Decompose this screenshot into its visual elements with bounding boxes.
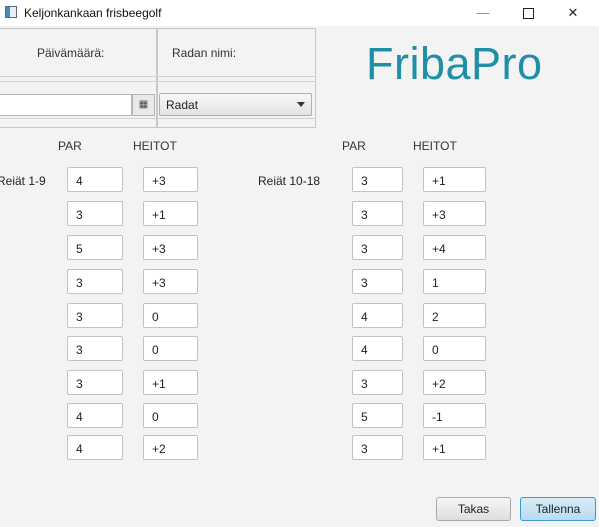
par-field[interactable]: 3 <box>352 235 403 260</box>
par-field[interactable]: 3 <box>67 269 123 294</box>
maximize-icon <box>522 8 534 20</box>
par-field[interactable]: 3 <box>352 167 403 192</box>
calendar-icon: ▦ <box>138 99 149 110</box>
course-select-value: Radat <box>166 98 199 112</box>
throws-field[interactable]: +3 <box>143 235 198 260</box>
app-logo: FribaPro <box>366 38 543 89</box>
par-field[interactable]: 3 <box>67 336 123 361</box>
par-field[interactable]: 5 <box>67 235 123 260</box>
calendar-button[interactable]: ▦ <box>132 94 155 116</box>
throws-field[interactable]: 0 <box>143 403 198 428</box>
throws-field[interactable]: 0 <box>423 336 486 361</box>
par-field[interactable]: 3 <box>352 269 403 294</box>
title-bar: Keljonkankaan frisbeegolf — ✕ <box>0 0 599 26</box>
app-icon <box>5 6 17 18</box>
close-button[interactable]: ✕ <box>550 0 596 26</box>
minimize-button[interactable]: — <box>460 0 506 26</box>
par-field[interactable]: 3 <box>352 370 403 395</box>
holes-1-9-label: Reiät 1-9 <box>0 174 46 188</box>
holes-10-18-label: Reiät 10-18 <box>258 174 321 188</box>
throws-field[interactable]: +2 <box>143 435 198 460</box>
course-label: Radan nimi: <box>172 46 237 60</box>
grid-line <box>0 118 316 119</box>
main-content: Päivämäärä: Radan nimi: ▦ Radat FribaPro… <box>0 26 599 527</box>
par-field[interactable]: 4 <box>67 435 123 460</box>
par-field[interactable]: 4 <box>352 336 403 361</box>
par-field[interactable]: 3 <box>67 303 123 328</box>
throws-field[interactable]: 2 <box>423 303 486 328</box>
window-title: Keljonkankaan frisbeegolf <box>24 6 162 20</box>
throws-field[interactable]: +3 <box>143 167 198 192</box>
par-field[interactable]: 3 <box>352 435 403 460</box>
par-field[interactable]: 3 <box>352 201 403 226</box>
par-field[interactable]: 3 <box>67 201 123 226</box>
chevron-down-icon <box>297 102 305 107</box>
throws-field[interactable]: +3 <box>423 201 486 226</box>
back-button[interactable]: Takas <box>436 497 511 521</box>
throws-field[interactable]: 0 <box>143 336 198 361</box>
throws-field[interactable]: +3 <box>143 269 198 294</box>
save-button[interactable]: Tallenna <box>520 497 596 521</box>
par-field[interactable]: 4 <box>352 303 403 328</box>
grid-line <box>0 76 316 77</box>
throws-field[interactable]: +1 <box>423 167 486 192</box>
throws-field[interactable]: 1 <box>423 269 486 294</box>
date-label: Päivämäärä: <box>37 46 105 60</box>
par-header-left: PAR <box>58 139 82 153</box>
throws-field[interactable]: +2 <box>423 370 486 395</box>
maximize-button[interactable] <box>505 0 551 26</box>
throws-field[interactable]: 0 <box>143 303 198 328</box>
throws-field[interactable]: +1 <box>143 201 198 226</box>
par-header-right: PAR <box>342 139 366 153</box>
par-field[interactable]: 4 <box>67 167 123 192</box>
throws-field[interactable]: -1 <box>423 403 486 428</box>
throws-field[interactable]: +1 <box>423 435 486 460</box>
par-field[interactable]: 4 <box>67 403 123 428</box>
throws-header-right: HEITOT <box>413 139 457 153</box>
par-field[interactable]: 3 <box>67 370 123 395</box>
course-select[interactable]: Radat <box>159 93 312 116</box>
par-field[interactable]: 5 <box>352 403 403 428</box>
throws-field[interactable]: +4 <box>423 235 486 260</box>
grid-divider <box>156 28 158 128</box>
date-field[interactable] <box>0 94 132 116</box>
throws-field[interactable]: +1 <box>143 370 198 395</box>
grid-line <box>0 81 316 82</box>
throws-header-left: HEITOT <box>133 139 177 153</box>
